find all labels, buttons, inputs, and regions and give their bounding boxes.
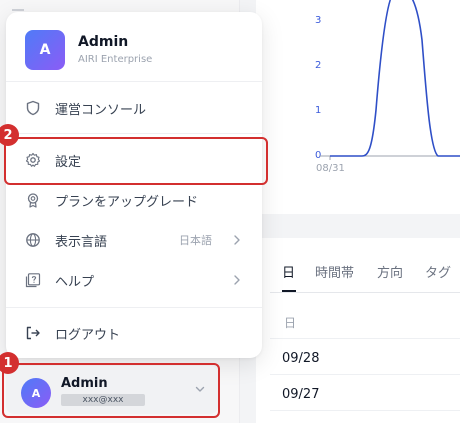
column-header: 日 [284, 316, 297, 330]
menu-item-admin-console[interactable]: 運営コンソール [6, 93, 262, 123]
chevron-right-icon [234, 235, 240, 245]
menu-item-display-language[interactable]: 表示言語 日本語 [6, 225, 262, 255]
settings-highlight-box [4, 137, 268, 185]
tabs-divider [270, 292, 460, 293]
menu-divider [6, 133, 262, 134]
menu-item-label: プランをアップグレード [55, 194, 199, 210]
menu-item-logout[interactable]: ログアウト [6, 318, 262, 348]
row-divider [270, 374, 460, 375]
menu-item-help[interactable]: ヘルプ [6, 265, 262, 295]
account-menu: A Admin AIRI Enterprise 運営コンソール 設定 プランをア… [6, 12, 262, 358]
menu-item-label: ヘルプ [55, 274, 95, 290]
menu-item-label: 運営コンソール [55, 102, 147, 118]
line-chart [320, 0, 460, 160]
menu-avatar: A [25, 30, 65, 70]
chevron-right-icon [234, 275, 240, 285]
table-row[interactable]: 09/28 [282, 351, 319, 366]
menu-item-label: ログアウト [55, 327, 121, 343]
menu-user-name: Admin [78, 34, 129, 50]
account-highlight-box [2, 363, 220, 418]
current-language-value: 日本語 [179, 234, 212, 247]
menu-divider [6, 307, 262, 308]
logout-icon [26, 326, 40, 340]
menu-item-upgrade-plan[interactable]: プランをアップグレード [6, 185, 262, 215]
shield-icon [26, 100, 40, 116]
menu-item-label: 表示言語 [55, 234, 108, 250]
tab-direction[interactable]: 方向 [377, 266, 403, 282]
tab-tag[interactable]: タグ [425, 266, 451, 282]
menu-plan-name: AIRI Enterprise [78, 54, 153, 65]
table-row[interactable]: 09/27 [282, 387, 319, 402]
menu-divider [6, 81, 262, 82]
globe-icon [26, 233, 40, 247]
series-line [330, 0, 460, 157]
row-divider [270, 338, 460, 339]
tab-day[interactable]: 日 [282, 266, 295, 282]
badge-icon [27, 193, 39, 208]
tab-time[interactable]: 時間帯 [315, 266, 354, 282]
help-icon [25, 273, 41, 288]
row-divider [270, 410, 460, 411]
